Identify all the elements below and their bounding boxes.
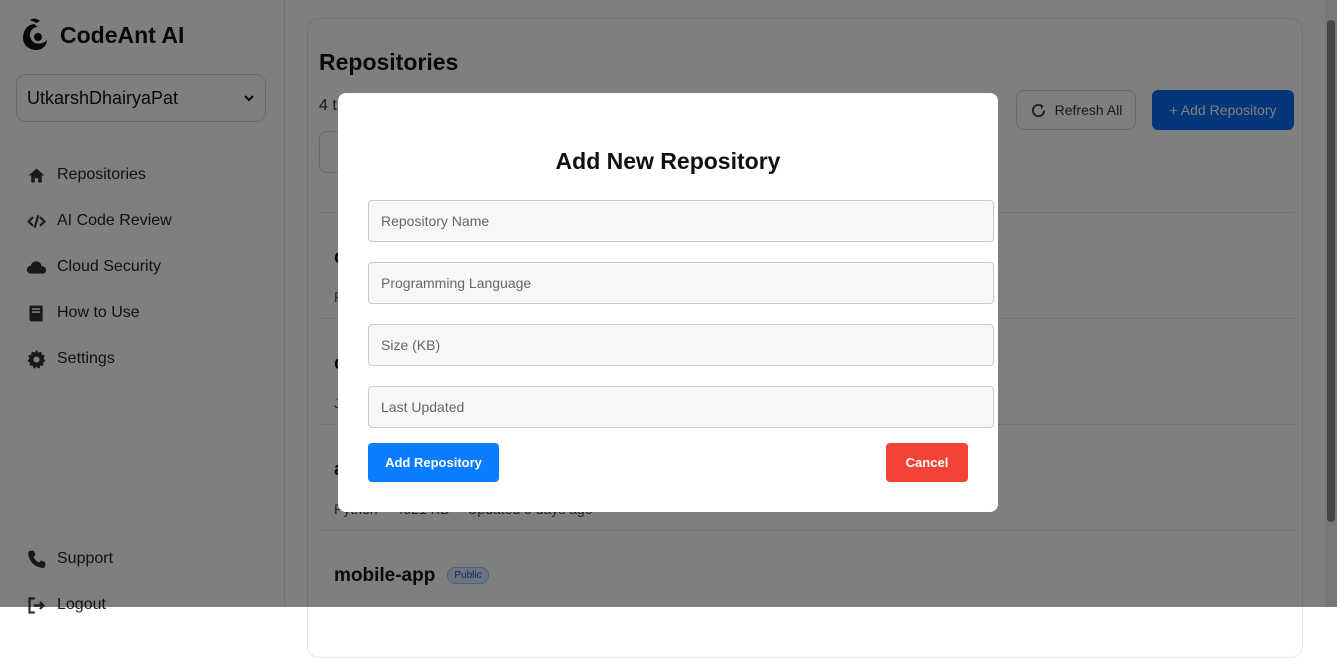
add-repository-modal: Add New Repository Add Repository Cancel [338, 93, 998, 512]
size-kb-input[interactable] [368, 324, 994, 366]
last-updated-input[interactable] [368, 386, 994, 428]
repository-name-input[interactable] [368, 200, 994, 242]
modal-title: Add New Repository [555, 148, 781, 174]
modal-cancel-button[interactable]: Cancel [886, 443, 968, 482]
programming-language-input[interactable] [368, 262, 994, 304]
app-root: CodeAnt AI UtkarshDhairyaPat Repositorie… [0, 0, 1337, 658]
modal-add-repository-button[interactable]: Add Repository [368, 443, 499, 482]
modal-backdrop[interactable]: Add New Repository Add Repository Cancel [0, 0, 1337, 607]
